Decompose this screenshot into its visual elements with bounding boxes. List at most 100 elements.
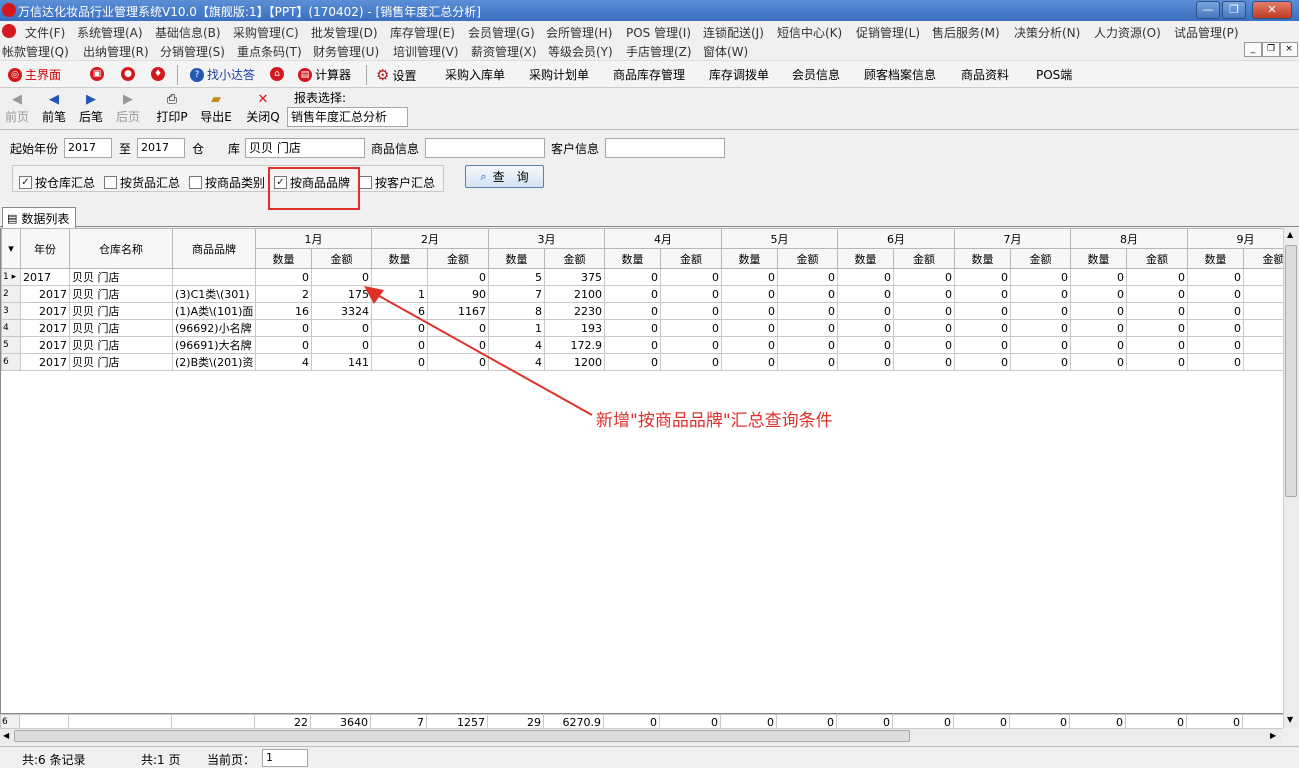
scroll-left-icon[interactable]: ◀ bbox=[3, 731, 9, 740]
table-row[interactable]: 1 ▸ 2017 贝贝 门店 0 0 0 5 375 0 0 0 0 0 0 0 0 0 0 0 bbox=[1, 268, 1283, 286]
header-month-1[interactable]: 1月 bbox=[255, 228, 372, 249]
header-amount[interactable]: 金额 bbox=[1126, 248, 1188, 269]
header-month-7[interactable]: 7月 bbox=[954, 228, 1071, 249]
print-button[interactable]: ⎙ 打印P bbox=[156, 92, 188, 125]
menu-row1-13[interactable]: 决策分析(N) bbox=[1014, 24, 1080, 41]
header-amount[interactable]: 金额 bbox=[1243, 248, 1283, 269]
end-year-field[interactable]: 2017 bbox=[137, 138, 185, 158]
scroll-right-icon[interactable]: ▶ bbox=[1270, 731, 1276, 740]
minimize-button[interactable]: — bbox=[1196, 1, 1220, 19]
menu-row1-12[interactable]: 售后服务(M) bbox=[932, 24, 1000, 41]
lock-icon[interactable]: ▣ bbox=[90, 67, 104, 81]
calculator-button[interactable]: ▤ 计算器 bbox=[298, 66, 351, 83]
customer-field[interactable] bbox=[605, 138, 725, 158]
quick-link-4[interactable]: 会员信息 bbox=[792, 66, 840, 83]
first-page-button[interactable]: ◀ 前页 bbox=[4, 92, 30, 125]
header-amount[interactable]: 金额 bbox=[893, 248, 955, 269]
menu-row1-5[interactable]: 库存管理(E) bbox=[390, 24, 455, 41]
quick-link-6[interactable]: 商品资料 bbox=[961, 66, 1009, 83]
data-grid[interactable]: ▾ 年份 仓库名称 商品品牌 1月 2月 3月 4月 5月 6月 7月 8月 9月 数量 金额 数量 金额 数量金… bbox=[0, 228, 1283, 714]
header-amount[interactable]: 金额 bbox=[427, 248, 489, 269]
table-row[interactable]: 6 2017 贝贝 门店 (2)B类\(201)资 4 141 0 0 4 1200 0 0 0 0 0 0 0… bbox=[1, 353, 1283, 371]
header-month-6[interactable]: 6月 bbox=[837, 228, 955, 249]
check-by-goods[interactable]: 按货品汇总 bbox=[104, 174, 180, 191]
mdi-restore-button[interactable]: ❐ bbox=[1262, 42, 1280, 57]
quick-link-0[interactable]: 采购入库单 bbox=[445, 66, 505, 83]
menu-row1-10[interactable]: 短信中心(K) bbox=[777, 24, 842, 41]
check-by-category[interactable]: 按商品类别 bbox=[189, 174, 265, 191]
menu-row1-3[interactable]: 采购管理(C) bbox=[233, 24, 299, 41]
header-year[interactable]: 年份 bbox=[20, 228, 70, 269]
tab-data-list[interactable]: ▤ 数据列表 bbox=[2, 207, 76, 228]
header-qty[interactable]: 数量 bbox=[604, 248, 661, 269]
header-qty[interactable]: 数量 bbox=[371, 248, 428, 269]
horizontal-scroll-thumb[interactable] bbox=[14, 730, 910, 742]
menu-row1-7[interactable]: 会所管理(H) bbox=[546, 24, 612, 41]
mdi-minimize-button[interactable]: _ bbox=[1244, 42, 1262, 57]
menu-row1-6[interactable]: 会员管理(G) bbox=[468, 24, 535, 41]
menu-row1-15[interactable]: 试品管理(P) bbox=[1174, 24, 1239, 41]
table-row[interactable]: 4 2017 贝贝 门店 (96692)小名牌 0 0 0 0 1 193 0 0 0 0 0 0 0 0 0 0 0 bbox=[1, 319, 1283, 337]
restore-button[interactable]: ❐ bbox=[1222, 1, 1246, 19]
chat-icon[interactable]: ● bbox=[121, 67, 135, 81]
table-row[interactable]: 5 2017 贝贝 门店 (96691)大名牌 0 0 0 0 4 172.9 0 0 0 0 0 0 0 0 0 0… bbox=[1, 336, 1283, 354]
scroll-down-icon[interactable]: ▼ bbox=[1287, 715, 1293, 724]
header-qty[interactable]: 数量 bbox=[721, 248, 778, 269]
menu-row2-5[interactable]: 培训管理(V) bbox=[393, 43, 459, 60]
vertical-scroll-thumb[interactable] bbox=[1285, 245, 1297, 497]
menu-row1-0[interactable]: 文件(F) bbox=[25, 24, 65, 41]
quick-link-3[interactable]: 库存调拨单 bbox=[709, 66, 769, 83]
row-selector-header[interactable]: ▾ bbox=[1, 228, 21, 269]
menu-row1-11[interactable]: 促销管理(L) bbox=[856, 24, 920, 41]
app-menu-icon[interactable] bbox=[2, 24, 16, 38]
query-button[interactable]: ⌕ 查 询 bbox=[465, 165, 544, 188]
check-by-warehouse[interactable]: ✓ 按仓库汇总 bbox=[19, 174, 95, 191]
header-warehouse[interactable]: 仓库名称 bbox=[69, 228, 173, 269]
check-by-customer[interactable]: 按客户汇总 bbox=[359, 174, 435, 191]
product-field[interactable] bbox=[425, 138, 545, 158]
header-qty[interactable]: 数量 bbox=[954, 248, 1011, 269]
scroll-up-icon[interactable]: ▲ bbox=[1287, 230, 1293, 239]
find-button[interactable]: ? 找小达答 bbox=[190, 66, 255, 83]
header-amount[interactable]: 金额 bbox=[311, 248, 372, 269]
house-icon[interactable]: ⌂ bbox=[270, 67, 284, 81]
report-select[interactable]: 销售年度汇总分析 bbox=[287, 107, 408, 127]
menu-row2-8[interactable]: 手店管理(Z) bbox=[626, 43, 692, 60]
close-report-button[interactable]: ✕ 关闭Q bbox=[246, 92, 280, 125]
menu-row2-9[interactable]: 窗体(W) bbox=[703, 43, 748, 60]
menu-row1-8[interactable]: POS 管理(I) bbox=[626, 24, 691, 41]
close-window-button[interactable]: ✕ bbox=[1252, 1, 1292, 19]
table-row[interactable]: 3 2017 贝贝 门店 (1)A类\(101)面 16 3324 6 1167 8 2230 0 0… bbox=[1, 302, 1283, 320]
last-page-button[interactable]: ▶ 后页 bbox=[114, 92, 142, 125]
header-amount[interactable]: 金额 bbox=[660, 248, 722, 269]
quick-link-5[interactable]: 顾客档案信息 bbox=[864, 66, 936, 83]
mdi-close-button[interactable]: × bbox=[1280, 42, 1298, 57]
menu-row1-1[interactable]: 系统管理(A) bbox=[77, 24, 143, 41]
menu-row2-2[interactable]: 分销管理(S) bbox=[160, 43, 225, 60]
menu-row1-2[interactable]: 基础信息(B) bbox=[155, 24, 221, 41]
header-qty[interactable]: 数量 bbox=[1187, 248, 1244, 269]
menu-row2-0[interactable]: 帐款管理(Q) bbox=[2, 43, 69, 60]
menu-row1-4[interactable]: 批发管理(D) bbox=[311, 24, 378, 41]
bulb-icon[interactable]: ♦ bbox=[151, 67, 165, 81]
menu-row2-4[interactable]: 财务管理(U) bbox=[313, 43, 379, 60]
header-month-3[interactable]: 3月 bbox=[488, 228, 605, 249]
header-brand[interactable]: 商品品牌 bbox=[172, 228, 256, 269]
quick-link-2[interactable]: 商品库存管理 bbox=[613, 66, 685, 83]
next-record-button[interactable]: ▶ 后笔 bbox=[77, 92, 105, 125]
start-year-field[interactable]: 2017 bbox=[64, 138, 112, 158]
menu-row2-6[interactable]: 薪资管理(X) bbox=[471, 43, 537, 60]
menu-row2-1[interactable]: 出纳管理(R) bbox=[83, 43, 149, 60]
current-page-field[interactable]: 1 bbox=[262, 749, 308, 767]
menu-row1-9[interactable]: 连锁配送(J) bbox=[703, 24, 764, 41]
export-button[interactable]: ▰ 导出E bbox=[199, 92, 233, 125]
header-month-9[interactable]: 9月 bbox=[1187, 228, 1283, 249]
quick-link-7[interactable]: POS端 bbox=[1036, 66, 1072, 83]
menu-row1-14[interactable]: 人力资源(O) bbox=[1094, 24, 1161, 41]
header-month-2[interactable]: 2月 bbox=[371, 228, 489, 249]
header-amount[interactable]: 金额 bbox=[544, 248, 605, 269]
table-row[interactable]: 2 2017 贝贝 门店 (3)C1类\(301) 2 175 1 90 7 2100 0 0 0 0 0 0… bbox=[1, 285, 1283, 303]
header-qty[interactable]: 数量 bbox=[255, 248, 312, 269]
menu-row2-3[interactable]: 重点条码(T) bbox=[237, 43, 302, 60]
header-qty[interactable]: 数量 bbox=[488, 248, 545, 269]
